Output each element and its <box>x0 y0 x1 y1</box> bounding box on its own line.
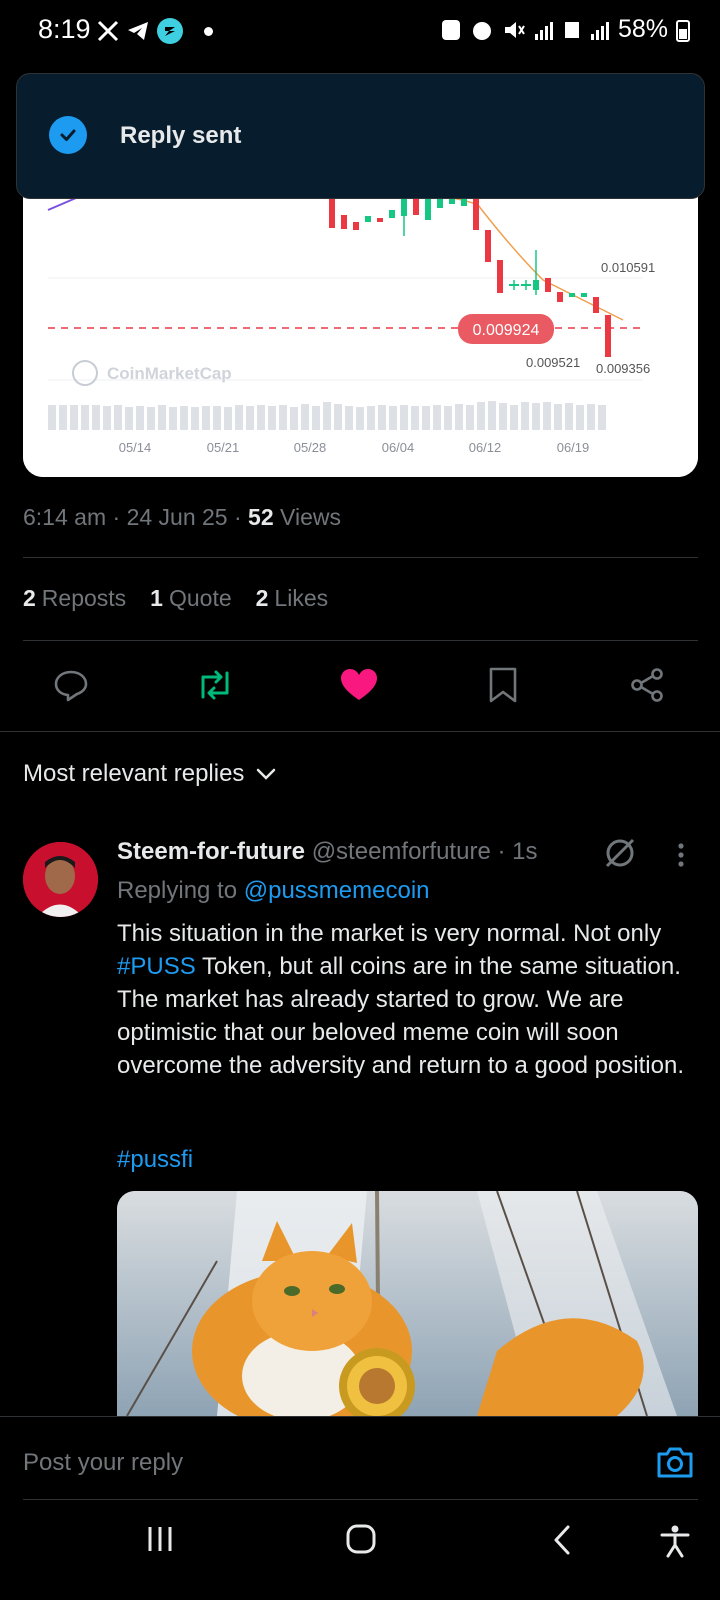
date-label: 05/21 <box>207 440 240 455</box>
engagement-counts: 2 Reposts 1 Quote 2 Likes <box>23 585 328 612</box>
more-options-icon[interactable] <box>677 842 685 873</box>
app-notification-icon <box>157 18 183 44</box>
reply-header: Steem-for-future @steemforfuture · 1s <box>117 838 538 865</box>
cast-icon <box>441 19 460 40</box>
sort-label: Most relevant replies <box>23 760 245 787</box>
signal-icon-2 <box>590 21 609 40</box>
recents-icon <box>148 1527 172 1551</box>
divider <box>23 640 698 641</box>
mute-icon <box>504 21 525 38</box>
reply-text: This situation in the market is very nor… <box>117 920 684 1079</box>
home-button[interactable] <box>345 1524 377 1559</box>
hashtag-link[interactable]: #pussfi <box>117 1146 193 1174</box>
views-label: Views <box>280 504 341 530</box>
recent-apps-button[interactable] <box>145 1524 175 1559</box>
notification-icons <box>96 17 213 45</box>
x-app-icon <box>97 20 119 42</box>
back-button[interactable] <box>551 1524 573 1561</box>
reply-button[interactable] <box>46 660 96 710</box>
divider <box>23 557 698 558</box>
chart-watermark: CoinMarketCap <box>107 364 232 383</box>
views-count: 52 <box>248 504 274 530</box>
dot-icon <box>204 26 213 36</box>
grok-icon[interactable] <box>604 837 636 874</box>
camera-button[interactable] <box>656 1445 694 1484</box>
like-button[interactable] <box>334 660 384 710</box>
post-time: 6:14 am <box>23 504 107 530</box>
heart-icon <box>341 669 377 700</box>
reply-composer: Post your reply <box>0 1416 720 1500</box>
reply-icon <box>54 670 88 702</box>
price-label-last: 0.009356 <box>596 361 650 376</box>
back-icon <box>554 1525 570 1555</box>
reply-author-handle[interactable]: @steemforfuture <box>312 838 491 865</box>
share-icon <box>631 668 663 702</box>
date-label: 05/28 <box>294 440 327 455</box>
current-price-label: 0.009924 <box>473 322 540 339</box>
post-actions <box>0 660 720 710</box>
reply-image[interactable] <box>117 1191 698 1416</box>
chevron-down-icon <box>257 768 276 780</box>
status-time: 8:19 <box>38 14 91 44</box>
4g-icon <box>564 21 579 38</box>
price-label-high: 0.010591 <box>601 260 655 275</box>
replying-to-handle[interactable]: @pussmemecoin <box>244 877 430 904</box>
date-label: 06/12 <box>469 440 502 455</box>
alarm-icon <box>472 21 491 40</box>
avatar[interactable] <box>23 842 98 917</box>
accessibility-button[interactable] <box>660 1524 690 1563</box>
battery-icon <box>676 20 690 42</box>
repost-icon <box>201 670 229 700</box>
price-label-low: 0.009521 <box>526 355 580 370</box>
repost-button[interactable] <box>190 660 240 710</box>
accessibility-icon <box>660 1525 690 1558</box>
bookmark-icon <box>489 667 517 703</box>
telegram-icon <box>128 22 148 40</box>
reposts-count-link[interactable]: 2 Reposts <box>23 585 126 612</box>
check-icon <box>49 116 87 154</box>
status-bar: 8:19 58% <box>0 0 720 60</box>
date-label: 06/19 <box>557 440 590 455</box>
post-meta: 6:14 am · 24 Jun 25 · 52 Views <box>23 504 341 530</box>
battery-percent: 58% <box>617 15 668 43</box>
home-icon <box>346 1524 376 1554</box>
reply-time: 1s <box>512 838 538 865</box>
system-nav-bar <box>0 1500 720 1600</box>
replying-to: Replying to @pussmemecoin <box>117 877 430 904</box>
share-button[interactable] <box>622 660 672 710</box>
date-label: 05/14 <box>119 440 152 455</box>
date-label: 06/04 <box>382 440 415 455</box>
divider <box>0 731 720 732</box>
reply-sort-dropdown[interactable]: Most relevant replies <box>23 760 276 788</box>
bookmark-button[interactable] <box>478 660 528 710</box>
quotes-count-link[interactable]: 1 Quote <box>150 585 231 612</box>
hashtag-link[interactable]: #PUSS <box>117 953 196 980</box>
reply-sent-toast[interactable]: Reply sent <box>16 73 705 199</box>
chart-image[interactable]: 0.009924 0.010591 0.009521 0.009356 Coin… <box>23 150 698 477</box>
likes-count-link[interactable]: 2 Likes <box>256 585 329 612</box>
camera-icon <box>657 1447 693 1478</box>
post-date: 24 Jun 25 <box>126 504 228 530</box>
system-indicators: 58% <box>440 15 668 44</box>
reply-author-name[interactable]: Steem-for-future <box>117 838 305 865</box>
signal-icon <box>534 21 553 40</box>
toast-message: Reply sent <box>120 122 242 149</box>
reply-input[interactable]: Post your reply <box>23 1449 183 1477</box>
